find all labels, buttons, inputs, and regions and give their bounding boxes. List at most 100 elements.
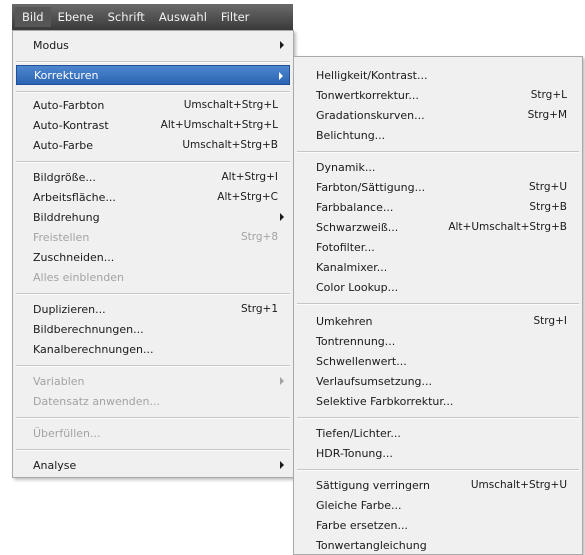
submenu-arrow-icon: [280, 377, 284, 385]
menu-item-label: Schwellenwert...: [316, 354, 407, 368]
menu-item-label: Selektive Farbkorrektur...: [316, 394, 454, 408]
menu-item-shortcut: Alt+Umschalt+Strg+L: [160, 119, 278, 131]
menu-item-label: Belichtung...: [316, 128, 386, 142]
menu-item-label: Sättigung verringern: [316, 478, 431, 492]
menu-item-label: Tonwertangleichung: [316, 538, 427, 552]
menu-item-hdr-tonung[interactable]: HDR-Tonung...: [297, 443, 579, 463]
menu-item-tonwertkorrektur[interactable]: Tonwertkorrektur... Strg+L: [297, 85, 579, 105]
menu-item-label: Auto-Kontrast: [33, 118, 109, 132]
menu-item-label: Variablen: [33, 374, 85, 388]
menu-item-color-lookup[interactable]: Color Lookup...: [297, 277, 579, 297]
menu-item-belichtung[interactable]: Belichtung...: [297, 125, 579, 145]
menu-item-duplizieren[interactable]: Duplizieren... Strg+1: [16, 299, 290, 319]
menu-item-farbton-saettigung[interactable]: Farbton/Sättigung... Strg+U: [297, 177, 579, 197]
menu-item-analyse[interactable]: Analyse: [16, 455, 290, 475]
menu-schrift[interactable]: Schrift: [101, 7, 152, 27]
menu-item-label: Arbeitsfläche...: [33, 190, 116, 204]
menu-item-label: Tonwertkorrektur...: [316, 88, 419, 102]
menu-separator: [16, 293, 290, 295]
menu-ebene[interactable]: Ebene: [51, 7, 101, 27]
menu-bild[interactable]: Bild: [15, 7, 51, 27]
menu-item-shortcut: Umschalt+Strg+B: [182, 139, 278, 151]
menu-item-label: Freistellen: [33, 230, 90, 244]
menu-item-shortcut: Alt+Strg+C: [217, 191, 278, 203]
menu-separator: [16, 61, 290, 63]
menu-item-shortcut: Strg+I: [533, 315, 567, 327]
menu-item-bildberechnungen[interactable]: Bildberechnungen...: [16, 319, 290, 339]
menu-item-tiefen-lichter[interactable]: Tiefen/Lichter...: [297, 423, 579, 443]
menu-item-label: Datensatz anwenden...: [33, 394, 160, 408]
menu-item-label: Dynamik...: [316, 160, 376, 174]
menu-item-farbbalance[interactable]: Farbbalance... Strg+B: [297, 197, 579, 217]
menu-item-label: Helligkeit/Kontrast...: [316, 68, 428, 82]
menu-item-tonwertangleichung[interactable]: Tonwertangleichung: [297, 535, 579, 555]
menu-bar: Bild Ebene Schrift Auswahl Filter: [12, 4, 293, 30]
menu-item-label: Color Lookup...: [316, 280, 399, 294]
menu-item-variablen[interactable]: Variablen: [16, 371, 290, 391]
menu-item-zuschneiden[interactable]: Zuschneiden...: [16, 247, 290, 267]
menu-item-shortcut: Alt+Umschalt+Strg+B: [448, 221, 567, 233]
menu-item-shortcut: Strg+1: [240, 303, 278, 315]
bild-dropdown-menu: Modus Korrekturen Auto-Farbton Umschalt+…: [12, 30, 294, 478]
menu-item-modus[interactable]: Modus: [16, 35, 290, 55]
menu-item-alles-einblenden[interactable]: Alles einblenden: [16, 267, 290, 287]
menu-item-selektive-farbkorrektur[interactable]: Selektive Farbkorrektur...: [297, 391, 579, 411]
menu-item-label: Verlaufsumsetzung...: [316, 374, 433, 388]
submenu-arrow-icon: [279, 72, 283, 80]
menu-item-label: Zuschneiden...: [33, 250, 115, 264]
menu-item-kanalberechnungen[interactable]: Kanalberechnungen...: [16, 339, 290, 359]
menu-separator: [16, 449, 290, 451]
submenu-arrow-icon: [280, 213, 284, 221]
menu-item-label: Kanalberechnungen...: [33, 342, 154, 356]
menu-item-label: Umkehren: [316, 314, 373, 328]
menu-item-gradationskurven[interactable]: Gradationskurven... Strg+M: [297, 105, 579, 125]
menu-item-schwarzweiss[interactable]: Schwarzweiß... Alt+Umschalt+Strg+B: [297, 217, 579, 237]
korrekturen-submenu: Helligkeit/Kontrast... Tonwertkorrektur.…: [293, 56, 583, 555]
menu-item-label: Tontrennung...: [316, 334, 396, 348]
menu-item-label: Farbe ersetzen...: [316, 518, 408, 532]
menu-item-gleiche-farbe[interactable]: Gleiche Farbe...: [297, 495, 579, 515]
menu-item-kanalmixer[interactable]: Kanalmixer...: [297, 257, 579, 277]
menu-item-helligkeit-kontrast[interactable]: Helligkeit/Kontrast...: [297, 65, 579, 85]
menu-item-label: Schwarzweiß...: [316, 220, 399, 234]
menu-item-tontrennung[interactable]: Tontrennung...: [297, 331, 579, 351]
menu-item-auto-farbton[interactable]: Auto-Farbton Umschalt+Strg+L: [16, 95, 290, 115]
menu-item-freistellen[interactable]: Freistellen Strg+8: [16, 227, 290, 247]
menu-auswahl[interactable]: Auswahl: [152, 7, 214, 27]
menu-item-auto-farbe[interactable]: Auto-Farbe Umschalt+Strg+B: [16, 135, 290, 155]
menu-item-label: Duplizieren...: [33, 302, 106, 316]
menu-item-label: Modus: [33, 38, 69, 52]
menu-item-shortcut: Strg+U: [528, 181, 567, 193]
menu-item-label: Farbton/Sättigung...: [316, 180, 426, 194]
menu-separator: [16, 91, 290, 93]
menu-item-label: Fotofilter...: [316, 240, 375, 254]
menu-item-shortcut: Strg+L: [530, 89, 567, 101]
menu-item-shortcut: Strg+B: [529, 201, 567, 213]
menu-item-bildgroesse[interactable]: Bildgröße... Alt+Strg+I: [16, 167, 290, 187]
menu-item-fotofilter[interactable]: Fotofilter...: [297, 237, 579, 257]
menu-item-label: Auto-Farbe: [33, 138, 94, 152]
menu-item-umkehren[interactable]: Umkehren Strg+I: [297, 311, 579, 331]
menu-item-datensatz-anwenden[interactable]: Datensatz anwenden...: [16, 391, 290, 411]
menu-item-bilddrehung[interactable]: Bilddrehung: [16, 207, 290, 227]
menu-separator: [297, 303, 579, 305]
menu-item-label: HDR-Tonung...: [316, 446, 393, 460]
menu-item-arbeitsflaeche[interactable]: Arbeitsfläche... Alt+Strg+C: [16, 187, 290, 207]
menu-item-label: Auto-Farbton: [33, 98, 105, 112]
menu-item-shortcut: Strg+8: [240, 231, 278, 243]
menu-item-shortcut: Umschalt+Strg+U: [470, 479, 567, 491]
menu-item-farbe-ersetzen[interactable]: Farbe ersetzen...: [297, 515, 579, 535]
menu-filter[interactable]: Filter: [214, 7, 256, 27]
menu-item-schwellenwert[interactable]: Schwellenwert...: [297, 351, 579, 371]
menu-item-shortcut: Alt+Strg+I: [221, 171, 279, 183]
menu-item-label: Alles einblenden: [33, 270, 124, 284]
menu-item-label: Überfüllen...: [33, 426, 101, 440]
menu-item-korrekturen[interactable]: Korrekturen: [16, 65, 290, 85]
menu-item-saettigung-verringern[interactable]: Sättigung verringern Umschalt+Strg+U: [297, 475, 579, 495]
menu-item-verlaufsumsetzung[interactable]: Verlaufsumsetzung...: [297, 371, 579, 391]
menu-item-dynamik[interactable]: Dynamik...: [297, 157, 579, 177]
menu-item-ueberfuellen[interactable]: Überfüllen...: [16, 423, 290, 443]
menu-separator: [297, 151, 579, 153]
menu-item-shortcut: Strg+M: [527, 109, 567, 121]
menu-item-auto-kontrast[interactable]: Auto-Kontrast Alt+Umschalt+Strg+L: [16, 115, 290, 135]
